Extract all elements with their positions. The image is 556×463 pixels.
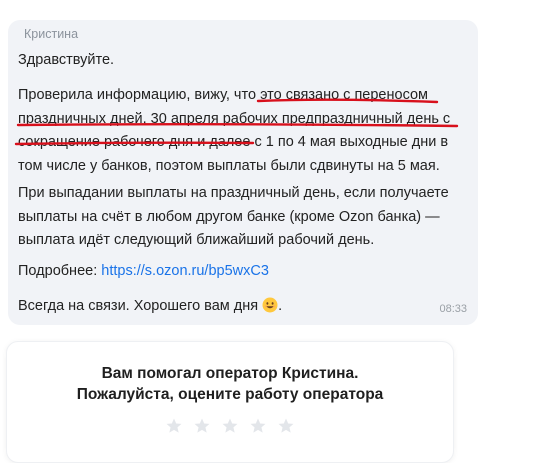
sender-name: Кристина: [24, 27, 79, 41]
paragraph-1-line-2: праздничных дней, 30 апреля рабочих пред…: [18, 110, 451, 127]
closing-period: .: [278, 298, 283, 314]
message-paragraph-2: При выпадании выплаты на праздничный ден…: [18, 182, 470, 253]
paragraph-1-line-4: том числе у банков, поэтом выплаты были …: [18, 157, 440, 174]
rating-title-line-1: Вам помогал оператор Кристина.: [101, 365, 359, 382]
rating-star-3-icon[interactable]: [221, 417, 239, 435]
rating-title: Вам помогал оператор Кристина. Пожалуйст…: [7, 363, 453, 405]
rating-stars: [7, 417, 453, 440]
rating-star-2-icon[interactable]: [193, 417, 211, 435]
message-greeting: Здравствуйте.: [18, 49, 470, 73]
message-paragraph-1: Проверила информацию, вижу, что это связ…: [18, 84, 470, 178]
message-closing: Всегда на связи. Хорошего вам дня .: [18, 295, 470, 319]
paragraph-1-text: с 1 по 4 мая выходные дни в: [250, 134, 449, 151]
rating-star-5-icon[interactable]: [277, 417, 295, 435]
highlighted-text: это связано с переносом: [260, 87, 429, 103]
rating-title-line-2: Пожалуйста, оцените работу оператора: [76, 386, 384, 403]
paragraph-2-line-1: При выпадании выплаты на праздничный ден…: [18, 185, 449, 201]
ozon-help-link[interactable]: https://s.ozon.ru/bp5wxC3: [101, 263, 269, 279]
paragraph-1-line-1: Проверила информацию, вижу, что это связ…: [18, 84, 470, 108]
paragraph-2-line-3: выплата идёт следующий ближайший рабочий…: [18, 232, 375, 249]
message-more-info: Подробнее: https://s.ozon.ru/bp5wxC3: [18, 260, 470, 284]
rating-star-1-icon[interactable]: [165, 417, 183, 435]
paragraph-2-line-2: выплаты на счёт в любом другом банке (кр…: [18, 208, 440, 225]
paragraph-1-text: Проверила информацию, вижу, что: [18, 87, 261, 103]
operator-message-bubble: Кристина Здравствуйте. Проверила информа…: [8, 20, 478, 325]
greeting-text: Здравствуйте.: [18, 52, 115, 68]
rating-star-4-icon[interactable]: [249, 417, 267, 435]
smiling-face-emoji-icon: [262, 297, 278, 313]
message-timestamp: 08:33: [439, 303, 467, 315]
highlighted-text: сокращение рабочего дня и далее: [18, 134, 251, 151]
paragraph-1-line-3: сокращение рабочего дня и далее с 1 по 4…: [18, 131, 470, 155]
more-info-label: Подробнее:: [18, 263, 102, 279]
operator-rating-card: Вам помогал оператор Кристина. Пожалуйст…: [6, 341, 454, 463]
closing-text: Всегда на связи. Хорошего вам дня: [18, 298, 259, 314]
